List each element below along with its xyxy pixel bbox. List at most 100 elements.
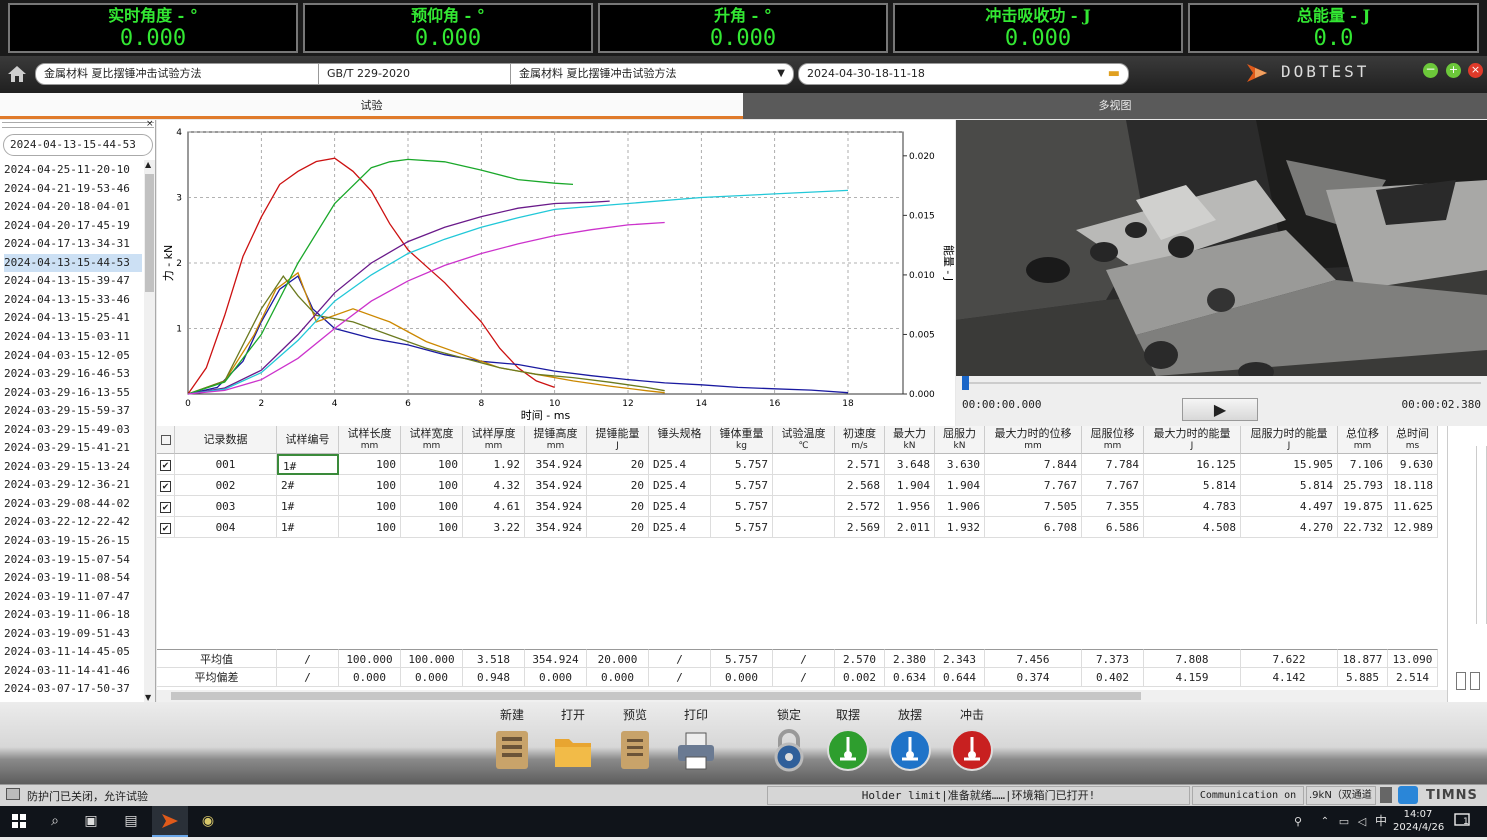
table-cell[interactable] — [773, 475, 835, 496]
table-cell[interactable]: 5.757 — [711, 454, 773, 475]
table-cell[interactable]: 20 — [587, 517, 649, 538]
table-cell[interactable]: 7.767 — [1082, 475, 1144, 496]
table-cell[interactable]: 15.905 — [1241, 454, 1338, 475]
folder-icon[interactable]: ▬ — [1108, 64, 1120, 84]
standard-field[interactable]: GB/T 229-2020 — [318, 63, 511, 85]
table-cell[interactable]: 5.814 — [1144, 475, 1241, 496]
table-cell[interactable]: 2.571 — [835, 454, 885, 475]
table-cell[interactable]: 100 — [339, 475, 401, 496]
list-item[interactable]: 2024-03-29-15-41-21 — [4, 439, 142, 457]
column-header[interactable]: 最大力时的能量 J — [1144, 426, 1241, 454]
table-cell[interactable]: 354.924 — [525, 475, 587, 496]
table-cell[interactable]: 100 — [339, 517, 401, 538]
windows-start-icon[interactable] — [8, 806, 30, 837]
panel-splitter[interactable] — [2, 122, 154, 128]
column-header[interactable]: 锤头规格 — [649, 426, 711, 454]
table-cell[interactable]: 4.270 — [1241, 517, 1338, 538]
table-cell[interactable]: 22.732 — [1338, 517, 1388, 538]
table-cell[interactable]: 19.875 — [1338, 496, 1388, 517]
table-cell[interactable]: 1.932 — [935, 517, 985, 538]
table-cell[interactable]: 100 — [401, 517, 463, 538]
list-item[interactable]: 2024-04-03-15-12-05 — [4, 347, 142, 365]
table-cell[interactable]: 100 — [339, 454, 401, 475]
table-hscrollbar-thumb[interactable] — [171, 692, 1141, 700]
preview-button[interactable]: 预览 — [613, 706, 657, 773]
take-pendulum-button[interactable]: 取摆 — [826, 706, 870, 773]
table-cell[interactable]: 6.586 — [1082, 517, 1144, 538]
column-header[interactable]: 提锤高度 mm — [525, 426, 587, 454]
task-view-icon[interactable]: ▣ — [80, 806, 102, 837]
impact-button[interactable]: 冲击 — [950, 706, 994, 773]
column-header[interactable]: 最大力时的位移 mm — [985, 426, 1082, 454]
record-search-input[interactable]: 2024-04-13-15-44-53 — [3, 134, 153, 156]
table-cell[interactable]: 12.989 — [1388, 517, 1438, 538]
table-cell[interactable]: 25.793 — [1338, 475, 1388, 496]
list-item[interactable]: 2024-03-11-14-41-46 — [4, 662, 142, 680]
table-cell[interactable]: 7.767 — [985, 475, 1082, 496]
select-all-checkbox[interactable] — [157, 426, 175, 454]
notification-icon[interactable]: 1 — [1454, 813, 1474, 830]
table-cell[interactable]: 3.22 — [463, 517, 525, 538]
column-header[interactable]: 试样长度 mm — [339, 426, 401, 454]
table-cell[interactable]: D25.4 — [649, 517, 711, 538]
column-header[interactable]: 锤体重量 kg — [711, 426, 773, 454]
table-cell[interactable]: 2.569 — [835, 517, 885, 538]
table-cell[interactable]: 5.757 — [711, 475, 773, 496]
print-button[interactable]: 打印 — [674, 706, 718, 773]
table-cell[interactable]: 004 — [175, 517, 277, 538]
play-button[interactable]: ▶ — [1182, 398, 1258, 421]
table-cell[interactable]: 002 — [175, 475, 277, 496]
chevron-down-icon[interactable]: ▼ — [777, 64, 785, 84]
table-cell[interactable] — [773, 454, 835, 475]
table-cell[interactable]: 5.814 — [1241, 475, 1338, 496]
table-cell[interactable]: 1# — [277, 496, 339, 517]
table-cell[interactable]: 4.783 — [1144, 496, 1241, 517]
column-header[interactable]: 试样厚度 mm — [463, 426, 525, 454]
column-header[interactable]: 屈服力 kN — [935, 426, 985, 454]
row-checkbox[interactable]: ✔ — [157, 517, 175, 538]
list-item[interactable]: 2024-03-11-14-45-05 — [4, 643, 142, 661]
chevron-up-icon[interactable]: ▲ — [145, 160, 151, 169]
list-item[interactable]: 2024-03-19-11-06-18 — [4, 606, 142, 624]
list-item[interactable]: 2024-04-13-15-03-11 — [4, 328, 142, 346]
table-cell[interactable]: 4.32 — [463, 475, 525, 496]
table-cell[interactable]: 354.924 — [525, 496, 587, 517]
list-item[interactable]: 2024-03-07-17-50-37 — [4, 680, 142, 698]
network-people-icon[interactable]: ⚲ — [1290, 806, 1306, 837]
table-cell[interactable]: 2.011 — [885, 517, 935, 538]
table-cell[interactable]: 1.906 — [935, 496, 985, 517]
list-item[interactable]: 2024-04-13-15-44-53 — [4, 253, 142, 273]
column-header[interactable]: 屈服位移 mm — [1082, 426, 1144, 454]
list-item[interactable]: 2024-04-21-19-53-46 — [4, 180, 142, 198]
list-item[interactable]: 2024-03-29-16-13-55 — [4, 384, 142, 402]
tab-multiview[interactable]: 多视图 — [743, 93, 1487, 119]
table-cell[interactable]: D25.4 — [649, 454, 711, 475]
table-cell[interactable]: 1.956 — [885, 496, 935, 517]
row-checkbox[interactable]: ✔ — [157, 475, 175, 496]
side-toggle-icon[interactable] — [1470, 672, 1480, 690]
table-cell[interactable]: 5.757 — [711, 517, 773, 538]
list-item[interactable]: 2024-04-13-15-39-47 — [4, 272, 142, 290]
table-cell[interactable]: 100 — [401, 475, 463, 496]
table-cell[interactable]: 4.508 — [1144, 517, 1241, 538]
list-item[interactable]: 2024-04-25-11-20-10 — [4, 161, 142, 179]
list-scrollbar-thumb[interactable] — [145, 174, 154, 292]
column-header[interactable]: 提锤能量 J — [587, 426, 649, 454]
list-item[interactable]: 2024-04-17-13-34-31 — [4, 235, 142, 253]
list-item[interactable]: 2024-03-29-16-46-53 — [4, 365, 142, 383]
column-header[interactable]: 总位移 mm — [1338, 426, 1388, 454]
list-item[interactable]: 2024-03-29-12-36-21 — [4, 476, 142, 494]
table-cell[interactable]: 20 — [587, 496, 649, 517]
column-header[interactable]: 记录数据 — [175, 426, 277, 454]
table-cell[interactable]: 003 — [175, 496, 277, 517]
table-cell[interactable]: 7.784 — [1082, 454, 1144, 475]
table-cell[interactable]: 1# — [277, 517, 339, 538]
table-cell[interactable]: 5.757 — [711, 496, 773, 517]
list-item[interactable]: 2024-03-22-12-22-42 — [4, 513, 142, 531]
lock-button[interactable]: 锁定 — [767, 706, 811, 773]
row-checkbox[interactable]: ✔ — [157, 454, 175, 475]
volume-muted-icon[interactable]: ◁ — [1354, 806, 1370, 837]
list-item[interactable]: 2024-04-20-17-45-19 — [4, 217, 142, 235]
paint-app-icon[interactable]: ◉ — [194, 806, 222, 837]
column-header[interactable]: 试样编号 — [277, 426, 339, 454]
